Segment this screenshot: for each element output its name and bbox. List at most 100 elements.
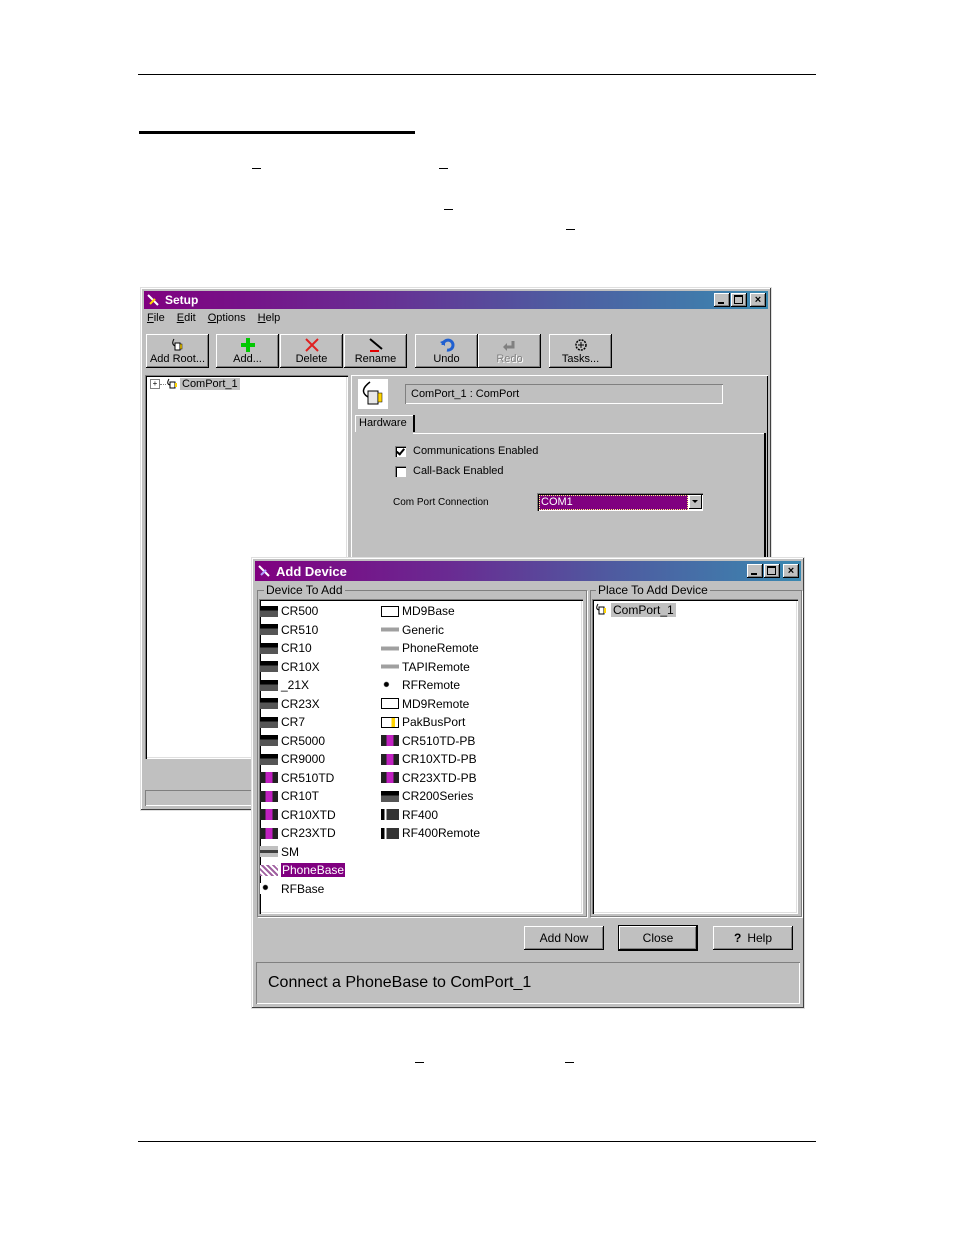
datalogger-icon <box>260 716 278 728</box>
device-list-item[interactable]: CR500 <box>260 602 318 620</box>
device-list-item[interactable]: CR23XTD <box>260 824 336 842</box>
device-list-item-label: CR23XTD <box>281 826 336 840</box>
md9-icon <box>381 698 399 709</box>
td-logger-icon <box>381 772 399 783</box>
menu-file[interactable]: File <box>147 312 165 324</box>
callback-enabled-checkbox[interactable]: Call-Back Enabled <box>395 465 504 477</box>
device-list-item[interactable]: PhoneBase <box>260 861 346 879</box>
device-list-item-label: CR10X <box>281 659 320 674</box>
undo-icon <box>415 336 478 354</box>
device-list-item[interactable]: MD9Base <box>381 602 455 620</box>
maximize-button[interactable] <box>764 564 780 578</box>
device-list-item[interactable]: CR510TD-PB <box>381 732 475 750</box>
device-list-item[interactable]: CR10X <box>260 658 320 676</box>
device-list-item[interactable]: RF400Remote <box>381 824 480 842</box>
add-device-titlebar[interactable]: Add Device × <box>255 561 801 581</box>
device-list-item[interactable]: CR10XTD-PB <box>381 750 477 768</box>
callback-enabled-box[interactable] <box>395 465 406 477</box>
accelerator-underline <box>566 229 575 230</box>
add-root-button[interactable]: Add Root... <box>146 334 209 368</box>
device-list-item-label: CR510TD <box>281 770 335 785</box>
add-now-label: Add Now <box>539 931 589 945</box>
device-list-item[interactable]: CR23X <box>260 695 320 713</box>
device-list-item[interactable]: RFBase <box>260 880 324 898</box>
maximize-button[interactable] <box>731 293 747 307</box>
tasks-button[interactable]: Tasks... <box>549 334 612 368</box>
place-tree[interactable]: ComPort_1 <box>592 599 798 914</box>
device-list-item[interactable]: _21X <box>260 676 309 694</box>
device-list-item[interactable]: TAPIRemote <box>381 658 470 676</box>
device-list-item[interactable]: CR200Series <box>381 787 473 805</box>
tasks-label: Tasks... <box>561 353 600 365</box>
device-list-item[interactable]: SM <box>260 843 299 861</box>
add-button[interactable]: Add... <box>216 334 279 368</box>
device-list-item[interactable]: CR510TD <box>260 769 334 787</box>
rename-button[interactable]: Rename <box>344 334 407 368</box>
device-list-item[interactable]: CR10T <box>260 787 319 805</box>
device-list-item-label: RF400 <box>402 807 439 822</box>
close-button[interactable]: × <box>750 293 766 307</box>
add-device-dialog: Add Device × Device To Add CR500 CR510 CR1… <box>251 557 805 1009</box>
add-now-button[interactable]: Add Now <box>524 926 604 950</box>
device-list-item-label: CR9000 <box>281 752 326 766</box>
maximize-icon <box>734 295 743 304</box>
device-list-item[interactable]: RFRemote <box>381 676 460 694</box>
device-list-item[interactable]: CR23XTD-PB <box>381 769 477 787</box>
device-list-item[interactable]: Generic <box>381 621 444 639</box>
device-list-item[interactable]: PhoneRemote <box>381 639 479 657</box>
redo-icon <box>478 336 541 354</box>
communications-enabled-checkbox[interactable]: Communications Enabled <box>395 445 538 457</box>
device-list-item[interactable]: CR10 <box>260 639 312 657</box>
device-list-item[interactable]: PakBusPort <box>381 713 465 731</box>
help-label: Help <box>747 931 773 945</box>
tree-item-comport[interactable]: + ComPort_1 <box>150 378 240 390</box>
datalogger-icon <box>260 624 278 635</box>
storage-module-icon <box>260 846 278 857</box>
menu-help[interactable]: Help <box>258 312 281 324</box>
device-list-item[interactable]: CR9000 <box>260 750 325 768</box>
device-list-item[interactable]: CR10XTD <box>260 806 336 824</box>
menu-edit[interactable]: Edit <box>177 312 196 324</box>
com-port-value: COM1 <box>539 495 688 510</box>
device-list-item-label: CR10T <box>281 789 320 803</box>
td-logger-icon <box>260 809 278 820</box>
comport-large-icon <box>358 379 388 409</box>
tab-hardware[interactable]: Hardware <box>355 415 415 432</box>
place-to-add-label: Place To Add Device <box>596 583 710 597</box>
minimize-button[interactable] <box>714 293 730 307</box>
delete-button[interactable]: Delete <box>280 334 343 368</box>
device-list-item-label: Generic <box>402 622 445 637</box>
redo-button[interactable]: Redo <box>478 334 541 368</box>
minimize-button[interactable] <box>747 564 763 578</box>
device-list-item-label: TAPIRemote <box>402 659 470 674</box>
communications-enabled-box[interactable] <box>395 445 406 457</box>
device-list-item[interactable]: RF400 <box>381 806 438 824</box>
device-list-item[interactable]: CR7 <box>260 713 305 731</box>
delete-label: Delete <box>295 353 328 365</box>
device-list[interactable]: CR500 CR510 CR10 CR10X _21X CR23X CR7 CR5000 CR9… <box>259 599 583 914</box>
place-tree-item[interactable]: ComPort_1 <box>595 601 676 619</box>
help-button[interactable]: ? Help <box>713 926 793 950</box>
datalogger-icon <box>260 735 278 746</box>
accelerator-underline <box>415 1062 424 1063</box>
plus-icon <box>216 336 279 354</box>
setup-status-panel <box>145 790 263 806</box>
device-list-item-label: CR5000 <box>281 733 326 748</box>
com-port-select[interactable]: COM1 <box>537 493 703 511</box>
close-dialog-button[interactable]: Close <box>618 925 698 951</box>
rf400-icon <box>381 809 399 820</box>
device-list-item-label: CR23XTD-PB <box>402 770 477 785</box>
setup-titlebar[interactable]: Setup × <box>144 291 768 309</box>
device-list-item[interactable]: CR510 <box>260 621 318 639</box>
device-list-item[interactable]: MD9Remote <box>381 695 469 713</box>
menu-options[interactable]: Options <box>208 312 246 324</box>
close-button[interactable]: × <box>783 564 799 578</box>
rf-icon <box>260 883 278 894</box>
device-list-item[interactable]: CR5000 <box>260 732 325 750</box>
undo-button[interactable]: Undo <box>415 334 478 368</box>
device-list-item-label: SM <box>281 844 299 859</box>
menubar: File Edit Options Help <box>147 312 280 324</box>
dropdown-arrow-button[interactable] <box>689 495 702 509</box>
minimize-icon <box>718 302 724 304</box>
expand-icon[interactable]: + <box>150 379 160 389</box>
